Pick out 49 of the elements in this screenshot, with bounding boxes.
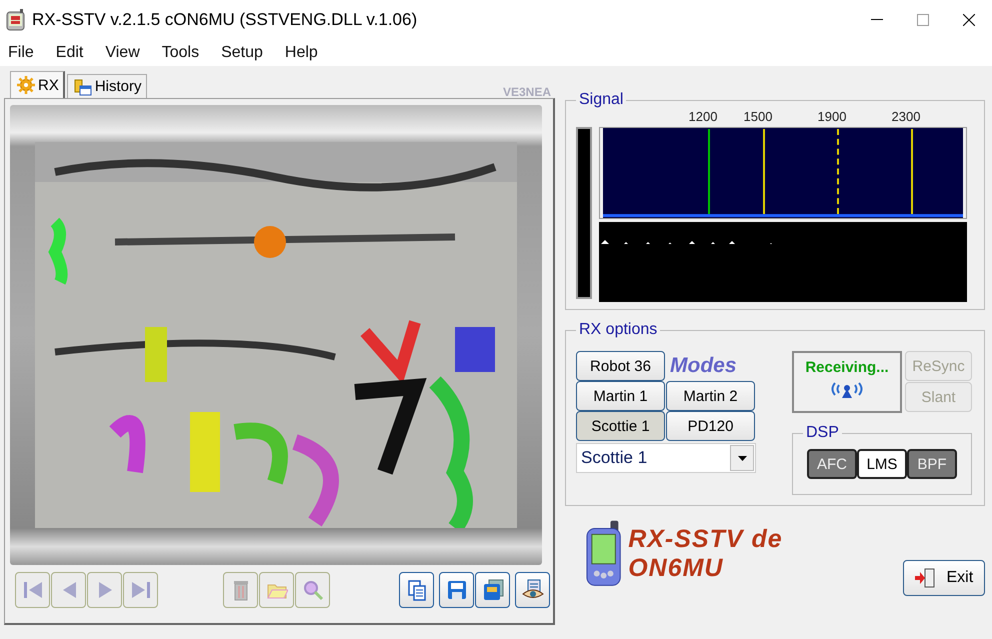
group-title: RX options — [576, 321, 660, 339]
skip-forward-icon — [130, 579, 152, 601]
floppy-icon — [446, 579, 468, 601]
credit-label: VE3NEA — [502, 85, 551, 99]
maximize-icon — [917, 14, 929, 26]
antenna-icon — [830, 380, 864, 398]
toolbar-button[interactable] — [439, 572, 474, 608]
copy-icon — [406, 579, 428, 601]
menu-item[interactable]: Edit — [52, 44, 94, 62]
skip-back-icon — [22, 579, 44, 601]
mode-button[interactable]: Martin 2 — [666, 381, 755, 411]
magnifier-icon — [302, 579, 324, 601]
frequency-label: 1500 — [744, 109, 772, 124]
tab[interactable]: History — [66, 74, 147, 98]
toolbar-button[interactable] — [399, 572, 434, 608]
frequency-label: 1200 — [688, 109, 718, 124]
mode-button[interactable]: Martin 1 — [576, 381, 665, 411]
mode-button[interactable]: PD120 — [666, 411, 755, 441]
window-title: RX-SSTV v.2.1.5 cON6MU (SSTVENG.DLL v.1.06) — [32, 10, 418, 30]
app-logo-text: RX-SSTV de ON6MU — [628, 525, 784, 583]
exit-button[interactable]: Exit — [902, 560, 985, 596]
exit-door-icon — [914, 568, 936, 588]
document-eye-icon — [522, 579, 544, 601]
filter-toggle[interactable]: BPF — [907, 449, 957, 479]
folder-window-icon — [74, 78, 92, 96]
toolbar-button[interactable] — [475, 572, 510, 608]
modes-logo: Modes — [669, 353, 738, 379]
filter-toggle[interactable]: AFC — [807, 449, 857, 479]
dropdown-arrow-icon — [738, 456, 746, 460]
floppies-icon — [482, 579, 504, 601]
status-text: Receiving... — [805, 359, 889, 376]
menu-item[interactable]: Setup — [217, 44, 273, 62]
menu-item[interactable]: Tools — [158, 44, 210, 62]
filter-toggle[interactable]: LMS — [857, 449, 907, 479]
tab[interactable]: RX — [10, 71, 65, 98]
app-icon — [6, 9, 26, 31]
frequency-label: 1900 — [818, 109, 846, 124]
menu-item[interactable]: Help — [280, 44, 328, 62]
menu-item[interactable]: File — [4, 44, 44, 62]
close-icon — [963, 14, 975, 26]
gear-icon — [17, 76, 35, 94]
mode-button[interactable]: Robot 36 — [576, 351, 665, 381]
toolbar-button[interactable] — [515, 572, 550, 608]
frequency-label: 2300 — [892, 109, 920, 124]
mode-dropdown[interactable]: Scottie 1 — [576, 443, 756, 473]
menu-item[interactable]: View — [101, 44, 150, 62]
group-title: Signal — [576, 91, 626, 109]
minimize-icon — [871, 19, 883, 21]
mode-button[interactable]: Scottie 1 — [576, 411, 665, 441]
